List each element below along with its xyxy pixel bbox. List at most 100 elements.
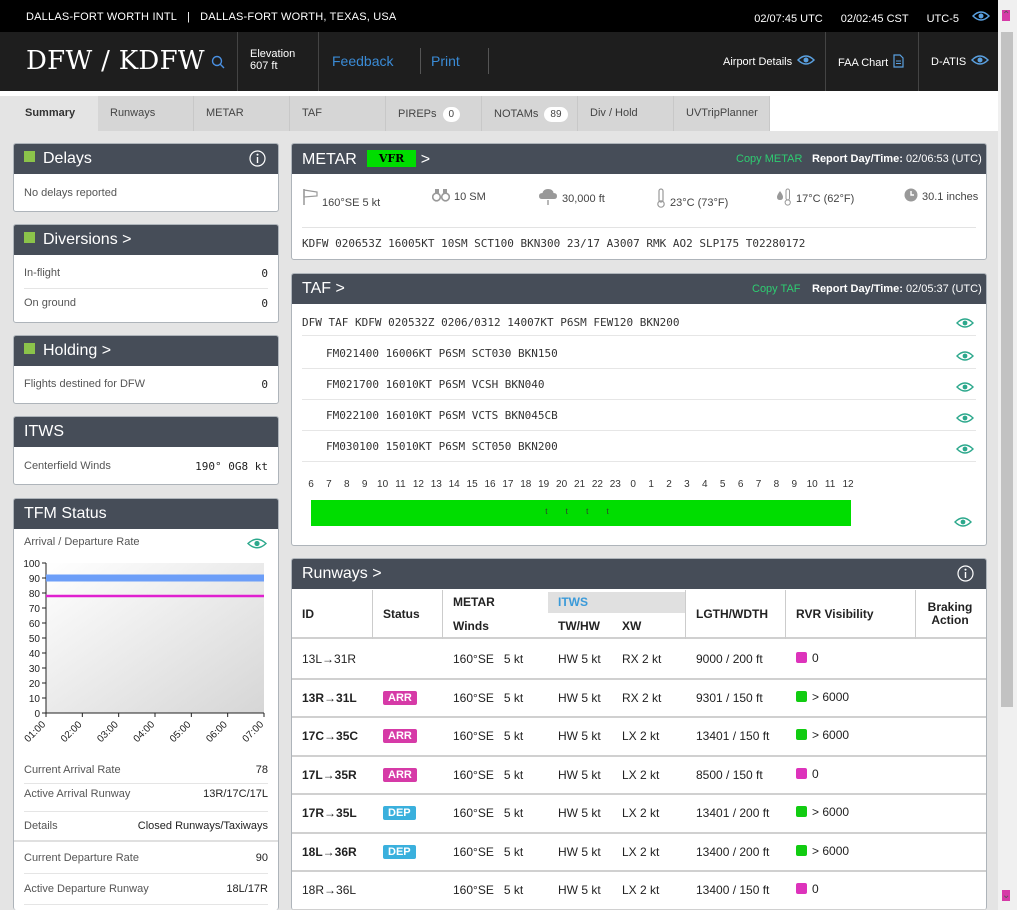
runway-crosswind: LX 2 kt xyxy=(622,883,660,897)
tab-summary[interactable]: Summary xyxy=(0,96,98,131)
runway-tailwind-headwind: HW 5 kt xyxy=(558,729,601,743)
tab-taf[interactable]: TAF xyxy=(290,96,386,131)
metar-altimeter: 30.1 inches xyxy=(904,188,978,205)
scroll-down-icon[interactable]: ⌄ xyxy=(1002,890,1011,901)
row-label: Current Departure Rate xyxy=(24,852,139,864)
altimeter-value: 30.1 inches xyxy=(922,190,979,203)
column-header: XW xyxy=(622,619,642,633)
divider xyxy=(372,590,373,639)
metar-header[interactable]: METAR VFR > Copy METAR Report Day/Time: 0… xyxy=(292,144,986,174)
table-row[interactable]: 13R→31L ARR 160°SE 5 kt HW 5 kt RX 2 kt 9301 … xyxy=(292,680,986,718)
metar-raw: KDFW 020653Z 16005KT 10SM SCT100 BKN300 … xyxy=(302,237,806,250)
runway-status: ARR xyxy=(383,690,417,705)
rvr-value: 0 xyxy=(812,882,819,896)
hour-label: 12 xyxy=(842,479,854,490)
row-label: Active Arrival Runway xyxy=(24,788,131,800)
eye-icon[interactable] xyxy=(956,412,974,427)
status-square xyxy=(24,151,35,162)
taf-text: FM021700 16010KT P6SM VCSH BKN040 xyxy=(326,378,545,391)
copy-taf-link[interactable]: Copy TAF xyxy=(752,283,801,295)
header-divider xyxy=(488,48,489,74)
header-divider xyxy=(420,48,421,74)
itws-card: ITWS Centerfield Winds 190° 0G8 kt xyxy=(13,416,279,485)
table-row[interactable]: 18R→36L 160°SE 5 kt HW 5 kt LX 2 kt 13400 / … xyxy=(292,872,986,910)
list-item: Centerfield Winds 190° 0G8 kt xyxy=(24,460,268,473)
elevation-label: Elevation xyxy=(250,48,296,60)
info-icon[interactable] xyxy=(957,565,974,587)
info-icon[interactable] xyxy=(249,150,266,172)
y-tick-label: 100 xyxy=(23,559,40,570)
column-header: RVR Visibility xyxy=(796,607,874,621)
runway-tailwind-headwind: HW 5 kt xyxy=(558,844,601,859)
table-row[interactable]: 17L→35R ARR 160°SE 5 kt HW 5 kt LX 2 kt 8500 … xyxy=(292,757,986,795)
tab-metar[interactable]: METAR xyxy=(194,96,290,131)
search-icon[interactable] xyxy=(211,55,225,72)
tab-notams[interactable]: NOTAMs 89 xyxy=(482,96,578,131)
metar-card: METAR VFR > Copy METAR Report Day/Time: 0… xyxy=(291,143,987,260)
copy-metar-link[interactable]: Copy METAR xyxy=(736,153,802,165)
metar-title: METAR xyxy=(302,151,357,168)
table-row[interactable]: 18L→36R DEP 160°SE 5 kt HW 5 kt LX 2 kt 13400… xyxy=(292,834,986,872)
table-row[interactable]: 13L→31R 160°SE 5 kt HW 5 kt RX 2 kt 9000 / 2… xyxy=(292,641,986,680)
tab-label: PIREPs xyxy=(398,108,437,120)
hour-label: 23 xyxy=(609,479,621,490)
status-badge: DEP xyxy=(383,806,416,820)
eye-icon[interactable] xyxy=(954,516,972,531)
tab-label: NOTAMs xyxy=(494,108,539,120)
holding-header[interactable]: Holding > xyxy=(14,336,278,366)
tab-uvtripplanner[interactable]: UVTripPlanner xyxy=(674,96,770,131)
airport-details-button[interactable]: Airport Details xyxy=(723,54,816,69)
print-link[interactable]: Print xyxy=(431,53,460,69)
runway-crosswind: RX 2 kt xyxy=(622,690,662,705)
diversions-header[interactable]: Diversions > xyxy=(14,225,278,255)
tab-runways[interactable]: Runways xyxy=(98,96,194,131)
eye-icon[interactable] xyxy=(956,381,974,396)
row-label: Centerfield Winds xyxy=(24,460,111,472)
scroll-up-icon[interactable]: ⌃ xyxy=(1002,10,1011,21)
runways-header[interactable]: Runways > xyxy=(292,559,986,589)
runway-id: 17C→35C xyxy=(302,729,359,743)
location-separator: | xyxy=(187,11,191,23)
taf-card: TAF > Copy TAF Report Day/Time: 02/05:37… xyxy=(291,273,987,546)
dewpoint-icon xyxy=(776,188,792,209)
eye-icon[interactable] xyxy=(956,443,974,458)
taf-timeline-bar[interactable]: t t t t xyxy=(311,500,851,526)
datis-button[interactable]: D-ATIS xyxy=(931,54,990,69)
taf-text: DFW TAF KDFW 020532Z 0206/0312 14007KT P… xyxy=(302,316,680,329)
hour-label: 19 xyxy=(538,479,550,490)
hour-label: 18 xyxy=(520,479,532,490)
eye-icon[interactable] xyxy=(956,317,974,332)
y-tick-label: 0 xyxy=(34,709,40,720)
hour-label: 17 xyxy=(502,479,514,490)
runway-crosswind: RX 2 kt xyxy=(622,652,662,666)
runway-status: ARR xyxy=(383,767,417,782)
metar-ceiling: 30,000 ft xyxy=(538,188,605,209)
y-tick-label: 30 xyxy=(29,664,41,675)
hour-label: 7 xyxy=(755,479,762,490)
scrollbar-thumb[interactable] xyxy=(1001,32,1013,707)
hour-label: 10 xyxy=(806,479,818,490)
feedback-link[interactable]: Feedback xyxy=(332,53,393,69)
hour-label: 15 xyxy=(466,479,478,490)
faa-chart-button[interactable]: FAA Chart xyxy=(838,54,904,71)
table-row[interactable]: 17R→35L DEP 160°SE 5 kt HW 5 kt LX 2 kt 13401… xyxy=(292,795,986,834)
itws-header: ITWS xyxy=(14,417,278,447)
column-header: Status xyxy=(383,607,420,621)
report-value: 02/05:37 (UTC) xyxy=(905,283,982,295)
eye-icon[interactable] xyxy=(956,350,974,365)
tab-pireps[interactable]: PIREPs 0 xyxy=(386,96,482,131)
runway-length-width: 13400 / 200 ft xyxy=(696,844,770,859)
eye-icon[interactable] xyxy=(971,10,991,25)
runway-wind: 160°SE 5 kt xyxy=(453,729,524,743)
count-badge: 0 xyxy=(442,107,461,122)
page-scrollbar[interactable]: ⌃ ⌄ xyxy=(998,0,1017,910)
list-item: Details Closed Runways/Taxiways xyxy=(24,820,268,832)
column-header: TW/HW xyxy=(558,619,600,633)
tab-div-hold[interactable]: Div / Hold xyxy=(578,96,674,131)
runway-id: 18R→36L xyxy=(302,883,357,897)
hour-label: 7 xyxy=(326,479,332,490)
table-row[interactable]: 17C→35C ARR 160°SE 5 kt HW 5 kt LX 2 kt 13401… xyxy=(292,718,986,757)
row-value[interactable]: Closed Runways/Taxiways xyxy=(138,820,268,832)
taf-header[interactable]: TAF > Copy TAF Report Day/Time: 02/05:37… xyxy=(292,274,986,304)
runway-length-width: 13401 / 150 ft xyxy=(696,729,770,743)
